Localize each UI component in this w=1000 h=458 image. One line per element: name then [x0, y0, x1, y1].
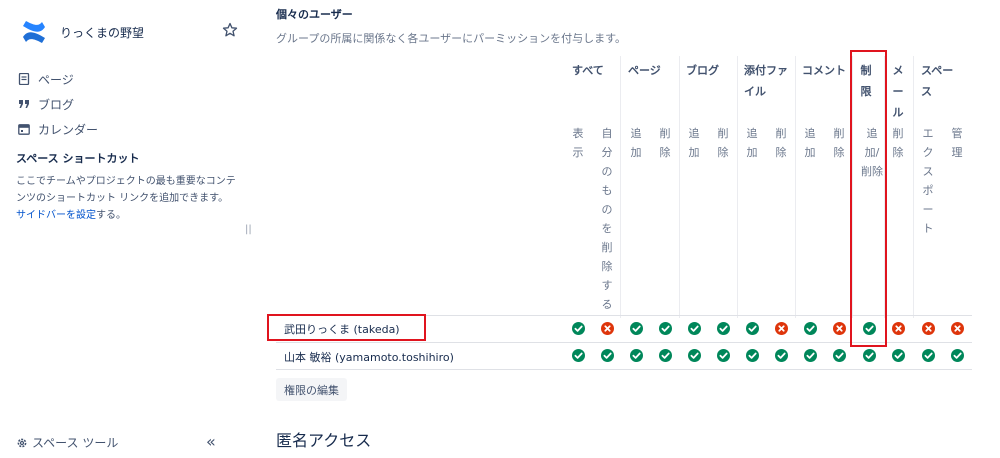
- subheader-attachment-delete: 削除: [775, 127, 787, 159]
- category-header-attachment: 添付ファイル: [744, 64, 788, 98]
- check-denied-icon: [922, 322, 935, 335]
- column-separator: [679, 56, 680, 318]
- sidebar-item-calendar[interactable]: カレンダー: [18, 120, 98, 138]
- category-header-all: すべて: [572, 64, 604, 77]
- check-allowed-icon: [572, 322, 585, 335]
- sidebar-item-pages[interactable]: ページ: [18, 70, 74, 88]
- space-name[interactable]: りっくまの野望: [60, 24, 144, 41]
- confluence-logo-icon[interactable]: [20, 18, 48, 46]
- star-icon[interactable]: [222, 22, 238, 38]
- shortcut-title: スペース ショートカット: [16, 152, 140, 165]
- user-name-yamamoto: 山本 敏裕 (yamamoto.toshihiro): [284, 351, 454, 364]
- column-separator: [913, 56, 914, 318]
- calendar-icon: [18, 124, 30, 135]
- category-header-page: ページ: [628, 64, 661, 77]
- check-allowed-icon: [746, 322, 759, 335]
- category-header-space: スペース: [921, 64, 954, 98]
- check-allowed-icon: [630, 322, 643, 335]
- check-denied-icon: [951, 322, 964, 335]
- check-allowed-icon: [746, 349, 759, 362]
- space-tools-button[interactable]: スペース ツール: [16, 434, 118, 451]
- check-denied-icon: [601, 322, 614, 335]
- page-icon: [18, 73, 30, 85]
- subheader-comment-add: 追加: [804, 127, 816, 159]
- gear-icon: [17, 438, 27, 447]
- anonymous-access-heading: 匿名アクセス: [276, 431, 372, 450]
- subheader-page-add: 追加: [630, 127, 642, 159]
- check-allowed-icon: [804, 322, 817, 335]
- subheader-space-export: エクスポート: [922, 127, 934, 235]
- space-tools-label: スペース ツール: [32, 436, 119, 450]
- check-denied-icon: [833, 322, 846, 335]
- check-allowed-icon: [572, 349, 585, 362]
- shortcut-description: ここでチームやプロジェクトの最も重要なコンテンツのショートカット リンクを追加で…: [16, 173, 238, 224]
- permissions-panel: 個々のユーザー グループの所属に関係なく各ユーザーにパーミッションを付与します。…: [276, 0, 1000, 458]
- table-row-divider: [276, 369, 972, 370]
- subheader-page-delete: 削除: [659, 127, 671, 159]
- check-denied-icon: [892, 322, 905, 335]
- check-allowed-icon: [922, 349, 935, 362]
- check-allowed-icon: [659, 322, 672, 335]
- check-allowed-icon: [717, 349, 730, 362]
- subheader-blog-add: 追加: [688, 127, 700, 159]
- check-allowed-icon: [804, 349, 817, 362]
- subheader-attachment-add: 追加: [746, 127, 758, 159]
- configure-sidebar-link[interactable]: サイドバーを設定: [16, 210, 96, 221]
- shortcut-desc-text: ここでチームやプロジェクトの最も重要なコンテンツのショートカット リンクを追加で…: [16, 176, 236, 204]
- check-allowed-icon: [833, 349, 846, 362]
- sidebar-item-label: ページ: [38, 72, 74, 87]
- edit-permissions-button[interactable]: 権限の編集: [276, 378, 347, 401]
- check-denied-icon: [775, 322, 788, 335]
- subheader-delete-own: 自分のものを削除する: [601, 127, 613, 311]
- check-allowed-icon: [775, 349, 788, 362]
- check-allowed-icon: [863, 349, 876, 362]
- sidebar-header: りっくまの野望: [20, 18, 242, 46]
- check-allowed-icon: [659, 349, 672, 362]
- section-title: 個々のユーザー: [276, 8, 353, 21]
- subheader-mail-delete: 削除: [892, 127, 904, 159]
- highlight-box-user: [267, 314, 426, 341]
- check-allowed-icon: [688, 349, 701, 362]
- sidebar: りっくまの野望 ページ ブログ カレンダー スペース ショートカット ここでチー…: [0, 0, 252, 458]
- column-separator: [737, 56, 738, 318]
- quote-icon: [19, 100, 29, 108]
- category-header-blog: ブログ: [686, 64, 719, 77]
- column-separator: [620, 56, 621, 318]
- check-allowed-icon: [688, 322, 701, 335]
- shortcut-desc-suffix: する。: [96, 210, 126, 221]
- subheader-space-admin: 管理: [951, 127, 963, 159]
- sidebar-item-blog[interactable]: ブログ: [18, 95, 74, 113]
- highlight-box-restriction-column: [850, 50, 887, 347]
- check-allowed-icon: [601, 349, 614, 362]
- subheader-view: 表示: [572, 127, 584, 159]
- subheader-blog-delete: 削除: [717, 127, 729, 159]
- resize-handle[interactable]: ||: [245, 224, 252, 235]
- sidebar-item-label: ブログ: [38, 97, 75, 112]
- section-description: グループの所属に関係なく各ユーザーにパーミッションを付与します。: [276, 32, 627, 45]
- subheader-comment-delete: 削除: [833, 127, 845, 159]
- sidebar-item-label: カレンダー: [38, 122, 99, 137]
- check-allowed-icon: [717, 322, 730, 335]
- category-header-mail: メール: [892, 64, 904, 119]
- collapse-sidebar-button[interactable]: «: [206, 432, 216, 451]
- check-allowed-icon: [892, 349, 905, 362]
- column-separator: [795, 56, 796, 318]
- category-header-comment: コメント: [802, 64, 846, 77]
- check-allowed-icon: [951, 349, 964, 362]
- check-allowed-icon: [630, 349, 643, 362]
